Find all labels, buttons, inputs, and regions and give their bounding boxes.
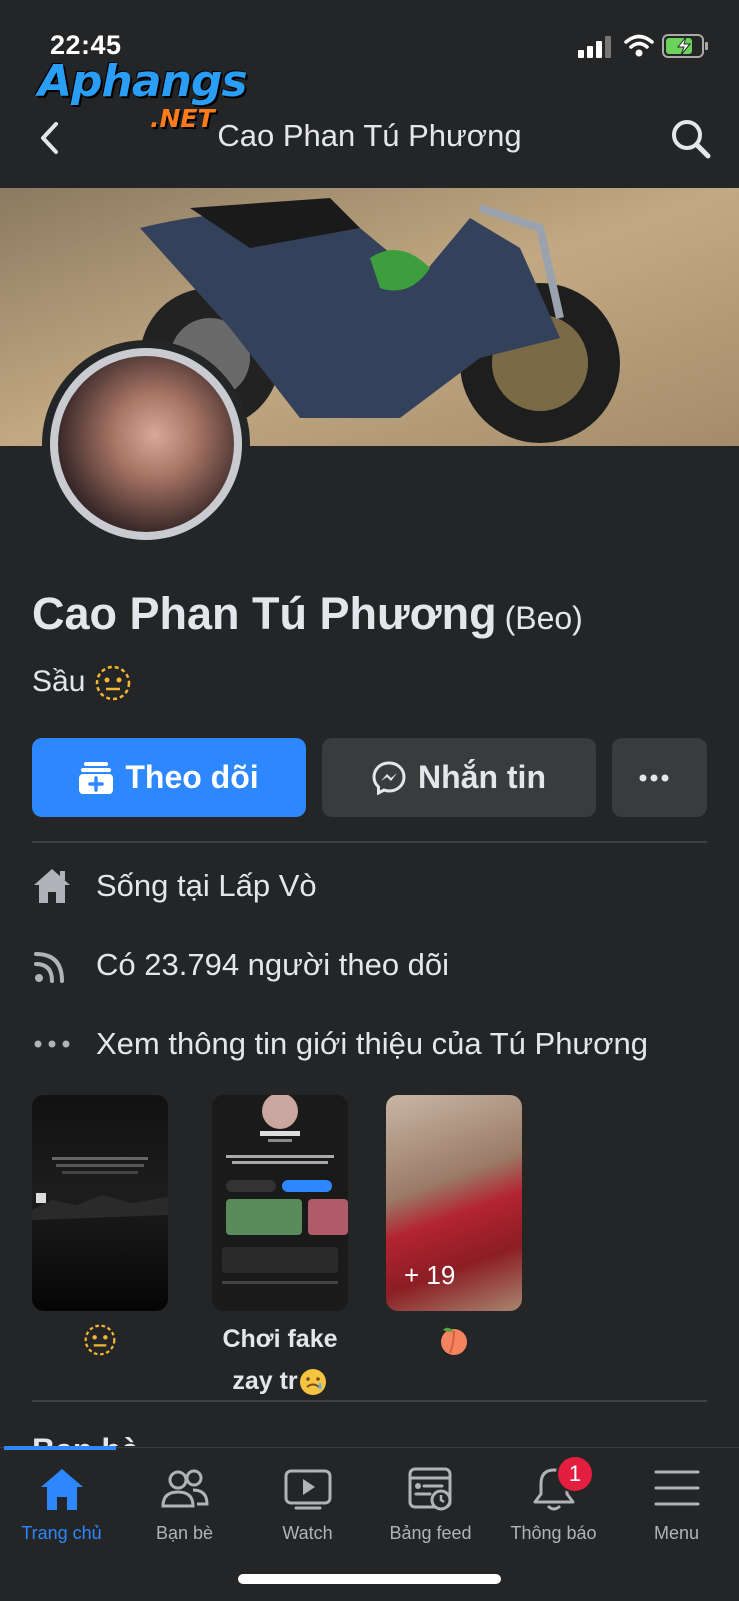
tab-watch[interactable]: Watch <box>246 1466 369 1544</box>
more-dots-icon <box>639 774 668 781</box>
tab-friends-label: Bạn bè <box>155 1523 214 1543</box>
follow-icon <box>79 761 114 794</box>
divider <box>32 841 707 843</box>
messenger-icon <box>372 760 406 795</box>
featured-caption-2: Chơi fake zay tr <box>200 1318 360 1402</box>
tab-home[interactable]: Trang chủ <box>0 1466 123 1544</box>
featured-item-3[interactable]: + 19 <box>386 1095 522 1311</box>
header-title: Cao Phan Tú Phương <box>217 118 522 153</box>
featured-caption-2-line1: Chơi fake <box>222 1325 338 1353</box>
tab-feed-label: Bảng feed <box>389 1523 472 1543</box>
profile-avatar[interactable] <box>42 340 250 548</box>
info-followers: Có 23.794 người theo dõi <box>32 940 449 990</box>
featured-thumbnail-2 <box>212 1095 348 1311</box>
featured-photo-count: + 19 <box>404 1260 456 1290</box>
feed-icon <box>408 1467 451 1511</box>
lives-in-text: Sống tại Lấp Vò <box>96 868 317 903</box>
battery-charging-icon <box>662 34 708 58</box>
peach-emoji-icon <box>441 1328 467 1356</box>
friends-icon <box>160 1469 209 1508</box>
profile-name: Cao Phan Tú Phương (Beo) <box>32 588 583 640</box>
info-lives-in: Sống tại Lấp Vò <box>32 861 317 911</box>
bio-text: Sầu <box>32 664 86 698</box>
tab-notifications-label: Thông báo <box>510 1523 597 1543</box>
featured-caption-3 <box>386 1318 522 1360</box>
tab-friends[interactable]: Bạn bè <box>123 1466 246 1544</box>
message-label: Nhắn tin <box>418 759 546 795</box>
info-about-link[interactable]: Xem thông tin giới thiệu của Tú Phương <box>32 1019 648 1069</box>
tab-feed[interactable]: Bảng feed <box>369 1466 492 1544</box>
active-tab-indicator <box>4 1446 116 1450</box>
divider <box>32 1400 707 1402</box>
profile-nickname: (Beo) <box>504 600 583 636</box>
featured-thumbnail-1 <box>32 1157 168 1220</box>
crying-face-emoji-icon <box>299 1369 326 1396</box>
watch-icon <box>284 1469 331 1510</box>
home-icon <box>34 869 70 903</box>
wifi-icon <box>624 34 654 57</box>
more-options-button[interactable] <box>612 738 707 817</box>
home-indicator <box>238 1574 501 1584</box>
tab-menu-label: Menu <box>653 1523 700 1543</box>
featured-caption-2-line2: zay tr <box>232 1367 298 1395</box>
profile-bio: Sầu <box>32 664 132 702</box>
notification-badge: 1 <box>556 1455 594 1493</box>
featured-item-2[interactable] <box>212 1095 348 1311</box>
tab-watch-label: Watch <box>282 1523 333 1543</box>
rss-followers-icon <box>34 952 64 983</box>
neutral-face-emoji-icon <box>95 665 130 701</box>
tab-home-label: Trang chủ <box>21 1523 102 1543</box>
avatar-photo <box>58 356 234 532</box>
featured-item-1[interactable] <box>32 1095 168 1311</box>
friends-section-heading: Bạn bè <box>32 1432 162 1446</box>
message-button[interactable]: Nhắn tin <box>322 738 596 817</box>
tab-notifications[interactable]: Thông báo <box>492 1466 615 1544</box>
featured-caption-1 <box>32 1318 168 1360</box>
more-dots-icon <box>34 1040 70 1048</box>
watermark-brand: Aphangs <box>38 56 248 107</box>
menu-icon <box>654 1470 699 1506</box>
follow-button[interactable]: Theo dõi <box>32 738 306 817</box>
tab-menu[interactable]: Menu <box>615 1466 738 1544</box>
about-text: Xem thông tin giới thiệu của Tú Phương <box>96 1026 648 1061</box>
search-icon[interactable] <box>670 118 712 160</box>
profile-full-name: Cao Phan Tú Phương <box>32 588 497 639</box>
follow-label: Theo dõi <box>125 759 259 795</box>
home-icon <box>40 1469 83 1510</box>
avatar-ring <box>50 348 242 540</box>
cellular-signal-icon <box>578 36 611 58</box>
neutral-face-emoji-icon <box>84 1324 116 1356</box>
followers-text: Có 23.794 người theo dõi <box>96 947 450 982</box>
